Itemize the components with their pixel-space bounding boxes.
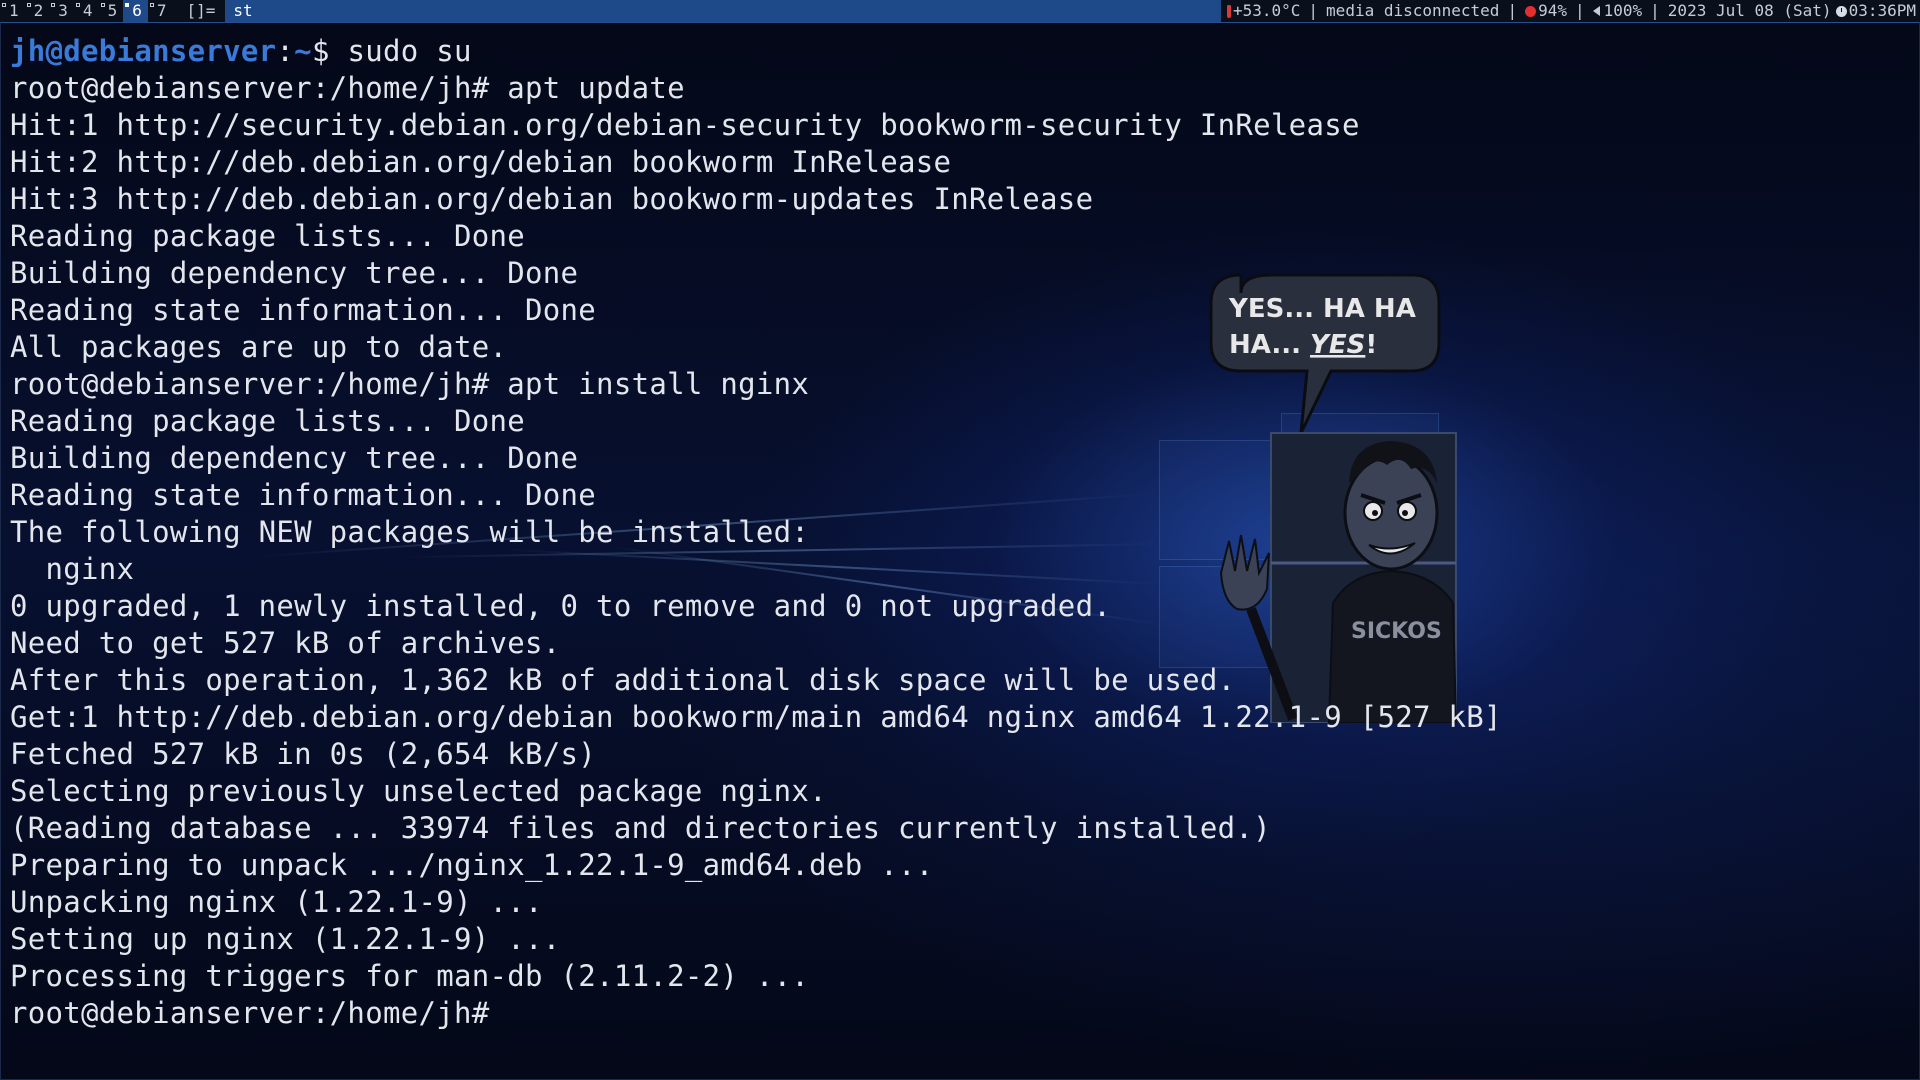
- tag-2[interactable]: 2: [25, 0, 50, 22]
- volume-value: 100%: [1603, 1, 1643, 20]
- status-separator: |: [1650, 1, 1660, 20]
- terminal-line: The following NEW packages will be insta…: [10, 515, 810, 549]
- prompt-path: ~: [294, 34, 312, 68]
- terminal-line: 0 upgraded, 1 newly installed, 0 to remo…: [10, 589, 1112, 623]
- network-status: media disconnected: [1326, 1, 1500, 20]
- tag-1[interactable]: 1: [0, 0, 25, 22]
- tag-6[interactable]: 6: [123, 0, 148, 22]
- terminal-line: Reading state information... Done: [10, 293, 597, 327]
- date-value: 2023 Jul 08 (Sat): [1667, 1, 1832, 20]
- tag-occupied-indicator: [125, 3, 130, 7]
- tag-occupied-indicator: [2, 3, 6, 7]
- terminal-line: nginx: [10, 552, 135, 586]
- terminal-line: All packages are up to date.: [10, 330, 508, 364]
- tag-list: 1234567: [0, 0, 172, 22]
- terminal-line: Reading package lists... Done: [10, 219, 526, 253]
- terminal-output: jh@debianserver:~$ sudo su root@debianse…: [10, 33, 1502, 1032]
- prompt-dollar: $: [311, 34, 330, 68]
- tag-occupied-indicator: [75, 3, 80, 7]
- terminal-line: Reading state information... Done: [10, 478, 597, 512]
- tag-occupied-indicator: [26, 3, 31, 7]
- terminal-line: Unpacking nginx (1.22.1-9) ...: [10, 885, 543, 919]
- terminal-prompt-line: jh@debianserver:~$ sudo su: [10, 33, 1502, 70]
- terminal-window[interactable]: YES... HA HA HA... YES! SICKOS jh@debian…: [0, 22, 1920, 1080]
- tag-7[interactable]: 7: [148, 0, 173, 22]
- terminal-line: Selecting previously unselected package …: [10, 774, 827, 808]
- terminal-line: Hit:1 http://security.debian.org/debian-…: [10, 108, 1360, 142]
- temperature-value: +53.0°C: [1232, 1, 1301, 20]
- terminal-line: Get:1 http://deb.debian.org/debian bookw…: [10, 700, 1502, 734]
- terminal-line: Building dependency tree... Done: [10, 441, 579, 475]
- thermometer-icon: [1226, 4, 1231, 18]
- clock-icon: [1835, 5, 1847, 17]
- window-title[interactable]: st: [225, 0, 1221, 22]
- terminal-line: root@debianserver:/home/jh#: [10, 996, 508, 1030]
- layout-indicator[interactable]: []=: [172, 0, 225, 22]
- tag-5[interactable]: 5: [99, 0, 124, 22]
- terminal-line: Hit:3 http://deb.debian.org/debian bookw…: [10, 182, 1094, 216]
- prompt-user-host: jh@debianserver: [10, 34, 277, 68]
- terminal-line: Preparing to unpack .../nginx_1.22.1-9_a…: [10, 848, 934, 882]
- terminal-line: After this operation, 1,362 kB of additi…: [10, 663, 1236, 697]
- battery-icon: [1525, 5, 1537, 17]
- terminal-line: root@debianserver:/home/jh# apt update: [10, 71, 685, 105]
- terminal-line: Building dependency tree... Done: [10, 256, 579, 290]
- terminal-line: Hit:2 http://deb.debian.org/debian bookw…: [10, 145, 952, 179]
- status-bar: 1234567 []= st +53.0°C | media disconnec…: [0, 0, 1920, 22]
- tag-number: 4: [82, 1, 93, 20]
- terminal-line: root@debianserver:/home/jh# apt install …: [10, 367, 810, 401]
- tag-occupied-indicator: [51, 3, 56, 7]
- tag-number: 5: [107, 1, 118, 20]
- tag-number: 1: [9, 1, 19, 20]
- prompt-command: sudo su: [329, 34, 472, 68]
- time-value: 03:36PM: [1848, 1, 1916, 20]
- tag-occupied-indicator: [149, 3, 154, 7]
- speaker-icon: [1592, 6, 1600, 16]
- status-separator: |: [1308, 1, 1319, 20]
- tag-number: 7: [156, 1, 167, 20]
- tag-occupied-indicator: [100, 3, 105, 7]
- terminal-line: (Reading database ... 33974 files and di…: [10, 811, 1271, 845]
- battery-value: 94%: [1538, 1, 1567, 20]
- tag-4[interactable]: 4: [74, 0, 99, 22]
- terminal-line: Reading package lists... Done: [10, 404, 526, 438]
- terminal-line: Need to get 527 kB of archives.: [10, 626, 561, 660]
- status-separator: |: [1507, 1, 1518, 20]
- screen: 1234567 []= st +53.0°C | media disconnec…: [0, 0, 1920, 1080]
- system-status: +53.0°C | media disconnected | 94% | 100…: [1220, 0, 1920, 22]
- tag-number: 3: [58, 1, 68, 20]
- terminal-line: Setting up nginx (1.22.1-9) ...: [10, 922, 561, 956]
- status-separator: |: [1574, 1, 1585, 20]
- prompt-colon: :: [276, 34, 295, 68]
- terminal-line: Processing triggers for man-db (2.11.2-2…: [10, 959, 810, 993]
- terminal-line: Fetched 527 kB in 0s (2,654 kB/s): [10, 737, 597, 771]
- tag-number: 6: [132, 1, 142, 20]
- tag-3[interactable]: 3: [49, 0, 74, 22]
- tag-number: 2: [33, 1, 44, 20]
